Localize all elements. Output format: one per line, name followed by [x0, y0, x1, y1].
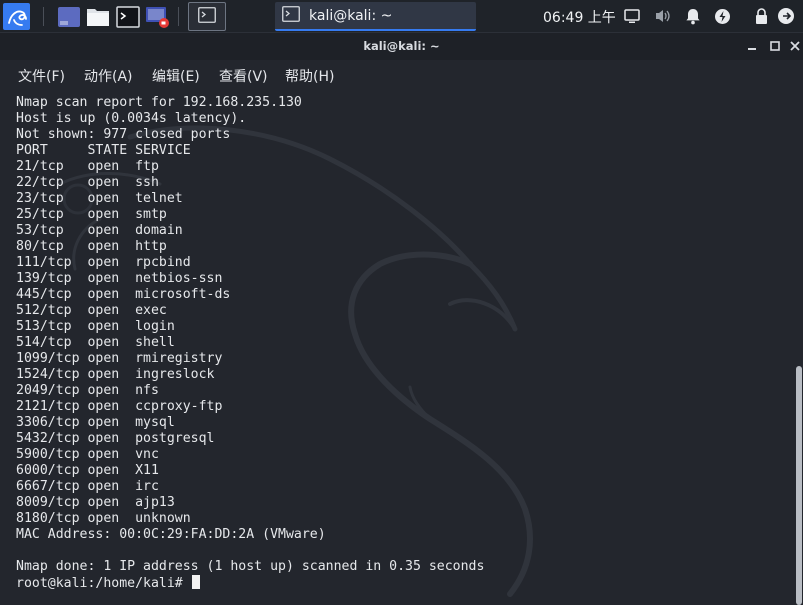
menu-view[interactable]: 查看(V) — [219, 66, 268, 86]
terminal-line: 514/tcp open shell — [16, 335, 175, 350]
terminal-line: MAC Address: 00:0C:29:FA:DD:2A (VMware) — [16, 527, 326, 542]
terminal-line: 139/tcp open netbios-ssn — [16, 271, 223, 286]
terminal-line: 3306/tcp open mysql — [16, 415, 175, 430]
window-titlebar[interactable]: kali@kali: ~ — [0, 33, 803, 60]
lock-icon[interactable] — [752, 7, 770, 25]
terminal-line: 1099/tcp open rmiregistry — [16, 351, 223, 366]
file-manager-icon[interactable] — [84, 3, 111, 30]
text-cursor — [191, 575, 200, 589]
screen-recorder-icon[interactable] — [144, 3, 171, 30]
terminal-scrollbar[interactable] — [795, 89, 803, 605]
shell-prompt: root@kali:/home/kali# — [16, 576, 191, 591]
terminal-line: 5432/tcp open postgresql — [16, 431, 215, 446]
terminal-output-area[interactable]: Nmap scan report for 192.168.235.130 Host… — [0, 89, 795, 605]
terminal-line: 513/tcp open login — [16, 319, 175, 334]
window-title: kali@kali: ~ — [363, 39, 440, 53]
taskbar-terminal-button[interactable] — [188, 2, 226, 31]
taskbar-active-window-button[interactable]: kali@kali: ~ — [275, 2, 476, 31]
terminal-line: 6667/tcp open irc — [16, 479, 159, 494]
menu-file[interactable]: 文件(F) — [18, 66, 65, 86]
panel-separator — [178, 7, 179, 26]
terminal-line: 53/tcp open domain — [16, 223, 183, 238]
terminal-prompt-line[interactable]: root@kali:/home/kali# — [16, 575, 484, 591]
menu-bar: 文件(F) 动作(A) 编辑(E) 查看(V) 帮助(H) — [0, 60, 803, 89]
workspace-switcher-icon[interactable] — [55, 3, 82, 30]
terminal-line: 2049/tcp open nfs — [16, 383, 159, 398]
logout-icon[interactable] — [777, 7, 795, 25]
terminal-line: 111/tcp open rpcbind — [16, 255, 191, 270]
terminal-line: Host is up (0.0034s latency). — [16, 111, 247, 126]
terminal-icon[interactable] — [114, 3, 141, 30]
menu-help[interactable]: 帮助(H) — [285, 66, 334, 86]
notifications-icon[interactable] — [684, 7, 702, 25]
terminal-line: 2121/tcp open ccproxy-ftp — [16, 399, 223, 414]
close-icon[interactable] — [788, 39, 802, 53]
menu-edit[interactable]: 编辑(E) — [152, 66, 200, 86]
terminal-line: 80/tcp open http — [16, 239, 167, 254]
terminal-line: 5900/tcp open vnc — [16, 447, 159, 462]
terminal-line: 23/tcp open telnet — [16, 191, 183, 206]
taskbar-window-label: kali@kali: ~ — [309, 7, 393, 24]
clock[interactable]: 06:49 上午 — [543, 7, 616, 27]
terminal-line: PORT STATE SERVICE — [16, 143, 191, 158]
maximize-icon[interactable] — [768, 39, 782, 53]
terminal-line: 1524/tcp open ingreslock — [16, 367, 215, 382]
terminal-line: 512/tcp open exec — [16, 303, 167, 318]
terminal-line: 25/tcp open smtp — [16, 207, 167, 222]
terminal-icon — [282, 5, 300, 26]
panel-separator — [43, 7, 44, 26]
terminal-text: Nmap scan report for 192.168.235.130 Host… — [16, 95, 484, 591]
kali-menu-icon[interactable] — [3, 3, 30, 30]
terminal-icon — [198, 6, 216, 27]
terminal-line: 22/tcp open ssh — [16, 175, 159, 190]
menu-action[interactable]: 动作(A) — [84, 66, 133, 86]
scrollbar-thumb[interactable] — [796, 366, 802, 605]
terminal-line: Nmap done: 1 IP address (1 host up) scan… — [16, 559, 485, 574]
terminal-line: 6000/tcp open X11 — [16, 463, 159, 478]
terminal-line: 445/tcp open microsoft-ds — [16, 287, 231, 302]
terminal-line: 21/tcp open ftp — [16, 159, 159, 174]
power-icon[interactable] — [713, 7, 731, 25]
terminal-line: 8180/tcp open unknown — [16, 511, 191, 526]
terminal-line: 8009/tcp open ajp13 — [16, 495, 175, 510]
terminal-window: kali@kali: ~ 文件(F) 动作(A) 编辑(E) 查看(V) 帮助(… — [0, 33, 803, 605]
minimize-icon[interactable] — [745, 39, 759, 53]
display-icon[interactable] — [623, 7, 641, 25]
terminal-line: Nmap scan report for 192.168.235.130 — [16, 95, 302, 110]
top-panel: kali@kali: ~ 06:49 上午 — [0, 0, 803, 33]
terminal-line: Not shown: 977 closed ports — [16, 127, 231, 142]
volume-icon[interactable] — [654, 7, 672, 25]
